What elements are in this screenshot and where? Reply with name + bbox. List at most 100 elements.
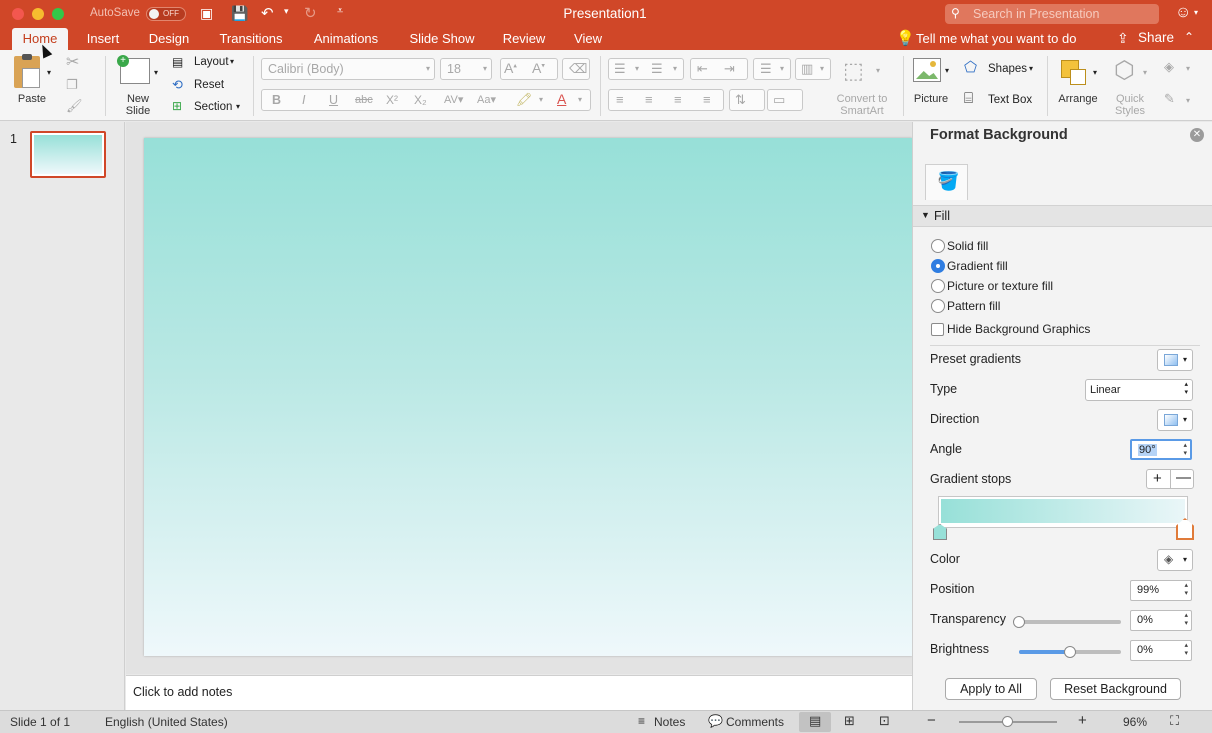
font-size-adjust[interactable]: A▴ A▾ (500, 58, 558, 80)
align-right-icon[interactable]: ≡ (674, 92, 682, 107)
normal-view-button[interactable]: ▤ (799, 712, 831, 732)
paste-dropdown-icon[interactable]: ▾ (47, 68, 51, 77)
account-icon[interactable]: ☺ (1175, 4, 1191, 22)
fill-tab[interactable]: 🪣 (925, 164, 968, 200)
gradient-bar[interactable] (938, 496, 1188, 528)
sidebar-toggle-icon[interactable]: ▣ (200, 5, 213, 22)
paste-icon[interactable] (14, 54, 40, 88)
bold-icon[interactable]: B (272, 93, 281, 107)
hide-bg-checkbox[interactable] (931, 323, 944, 336)
bullets-icon[interactable]: ☰ (614, 61, 626, 77)
tab-insert[interactable]: Insert (80, 28, 126, 50)
angle-stepper-icon[interactable]: ▴ ▾ (1183, 442, 1187, 458)
smartart-icon[interactable]: ⬚ (843, 58, 864, 84)
reset-background-button[interactable]: Reset Background (1050, 678, 1181, 700)
search-input[interactable]: Search in Presentation (973, 7, 1099, 21)
slideshow-view-icon[interactable]: ⊡ (879, 713, 890, 729)
character-spacing-icon[interactable]: AV▾ (444, 93, 463, 106)
tell-me-field[interactable]: Tell me what you want to do (916, 31, 1076, 46)
text-box-icon[interactable]: ⌸ (964, 90, 973, 107)
change-case-icon[interactable]: Aa▾ (477, 93, 496, 106)
align-text-button[interactable]: ▭ (767, 89, 803, 111)
italic-icon[interactable]: I (302, 93, 305, 107)
columns-button[interactable]: ▥ ▾ (795, 58, 831, 80)
position-stepper-icon[interactable]: ▴ ▾ (1184, 582, 1188, 598)
quick-styles-icon[interactable]: ⬡ (1114, 56, 1135, 85)
justify-icon[interactable]: ≡ (703, 92, 711, 107)
reset-button[interactable]: Reset (194, 79, 224, 91)
transparency-stepper-icon[interactable]: ▴ ▾ (1184, 612, 1188, 628)
format-painter-icon[interactable]: 🖌 (66, 98, 83, 114)
undo-dropdown-icon[interactable]: ▾ (284, 6, 289, 17)
reset-icon[interactable]: ⟲ (172, 77, 183, 93)
increase-font-icon[interactable]: A▴ (504, 60, 517, 76)
increase-indent-icon[interactable]: ⇥ (724, 61, 735, 77)
font-name-select[interactable]: Calibri (Body) ▾ (261, 58, 435, 80)
share-button[interactable]: Share (1138, 30, 1174, 45)
add-stop-icon[interactable]: + (1153, 470, 1162, 487)
remove-stop-icon[interactable]: — (1176, 469, 1191, 486)
shape-outline-icon[interactable]: ✎ (1164, 91, 1175, 107)
layout-button[interactable]: Layout (194, 56, 229, 68)
layout-dropdown-icon[interactable]: ▾ (230, 57, 234, 66)
cut-icon[interactable]: ✂ (66, 52, 79, 72)
customize-toolbar-icon[interactable]: ⩡ (337, 5, 343, 18)
smartart-dropdown-icon[interactable]: ▾ (876, 66, 880, 75)
subscript-icon[interactable]: X₂ (414, 93, 427, 107)
close-panel-icon[interactable]: ✕ (1190, 128, 1204, 142)
comments-icon[interactable]: 💬 (708, 714, 723, 728)
picture-icon[interactable] (913, 58, 941, 82)
font-size-select[interactable]: 18 ▾ (440, 58, 492, 80)
shapes-icon[interactable]: ⬠ (964, 58, 977, 76)
font-color-dropdown-icon[interactable]: ▾ (578, 95, 582, 104)
arrange-icon[interactable] (1061, 60, 1086, 85)
type-select[interactable]: Linear ▴ ▾ (1085, 379, 1193, 401)
preset-gradients-dropdown[interactable]: ▾ (1157, 349, 1193, 371)
decrease-indent-icon[interactable]: ⇤ (697, 61, 708, 77)
autosave-toggle[interactable]: OFF (146, 7, 186, 21)
direction-dropdown[interactable]: ▾ (1157, 409, 1193, 431)
section-button[interactable]: Section (194, 101, 232, 113)
bullets-dropdown-icon[interactable]: ▾ (635, 64, 639, 73)
tab-design[interactable]: Design (142, 28, 196, 50)
picture-dropdown-icon[interactable]: ▾ (945, 66, 949, 75)
zoom-in-icon[interactable]: + (1078, 712, 1087, 729)
notes-pane[interactable]: Click to add notes (126, 675, 912, 710)
redo-icon[interactable]: ↻ (304, 4, 317, 22)
copy-icon[interactable]: ❐ (66, 77, 78, 93)
strikethrough-icon[interactable]: abc (355, 94, 373, 106)
notes-button[interactable]: Notes (654, 715, 685, 729)
shape-outline-dropdown-icon[interactable]: ▾ (1186, 96, 1190, 105)
clear-formatting-button[interactable]: ⌫ (562, 58, 590, 80)
account-dropdown-icon[interactable]: ▾ (1194, 8, 1198, 17)
transparency-input[interactable]: 0% ▴ ▾ (1130, 610, 1192, 631)
new-slide-dropdown-icon[interactable]: ▾ (154, 68, 158, 77)
position-input[interactable]: 99% ▴ ▾ (1130, 580, 1192, 601)
search-box[interactable]: ⚲ Search in Presentation (945, 4, 1159, 24)
brightness-stepper-icon[interactable]: ▴ ▾ (1184, 642, 1188, 658)
text-box-button[interactable]: Text Box (988, 94, 1032, 106)
tab-transitions[interactable]: Transitions (212, 28, 290, 50)
shape-fill-dropdown-icon[interactable]: ▾ (1186, 64, 1190, 73)
slide-sorter-icon[interactable]: ⊞ (844, 713, 855, 729)
tab-review[interactable]: Review (498, 28, 550, 50)
share-icon[interactable]: ⇪ (1117, 30, 1129, 47)
save-icon[interactable]: 💾 (231, 5, 248, 22)
underline-icon[interactable]: U (329, 93, 338, 107)
zoom-out-icon[interactable]: − (927, 712, 936, 729)
fit-to-window-icon[interactable]: ⛶ (1170, 713, 1179, 729)
tab-slide-show[interactable]: Slide Show (404, 28, 480, 50)
numbering-dropdown-icon[interactable]: ▾ (673, 64, 677, 73)
collapse-ribbon-icon[interactable]: ⌃ (1184, 30, 1194, 44)
undo-icon[interactable]: ↶ (261, 4, 274, 22)
align-center-icon[interactable]: ≡ (645, 92, 653, 107)
numbering-icon[interactable]: ☰ (651, 61, 663, 77)
solid-fill-radio[interactable] (931, 239, 945, 253)
align-left-icon[interactable]: ≡ (616, 92, 624, 107)
picture-fill-radio[interactable] (931, 279, 945, 293)
shape-fill-icon[interactable]: ◈ (1164, 59, 1174, 75)
brightness-input[interactable]: 0% ▴ ▾ (1130, 640, 1192, 661)
quick-styles-dropdown-icon[interactable]: ▾ (1143, 68, 1147, 77)
shapes-button[interactable]: Shapes (988, 63, 1027, 75)
text-direction-button[interactable]: ⇅ (729, 89, 765, 111)
